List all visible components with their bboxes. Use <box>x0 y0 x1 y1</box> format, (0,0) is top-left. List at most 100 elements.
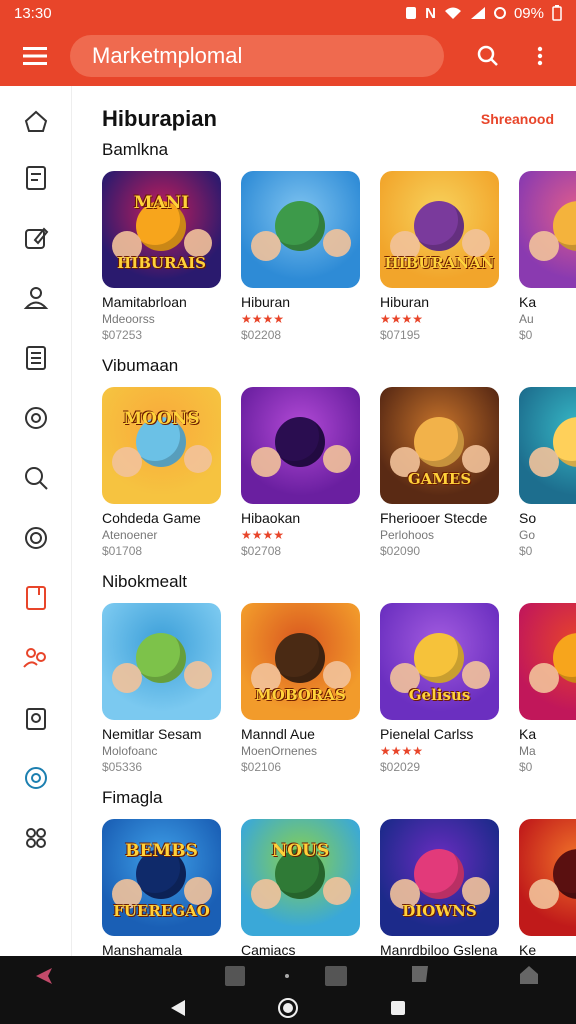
sync-icon <box>493 7 506 19</box>
game-art-title: FUEREGAO <box>113 902 210 921</box>
game-art-title: Gelisus <box>408 686 471 705</box>
game-thumbnail[interactable] <box>519 171 576 288</box>
card-price: $02106 <box>241 760 282 774</box>
character-art-secondary <box>251 231 281 261</box>
character-art <box>414 849 464 899</box>
more-options-button[interactable] <box>514 26 566 86</box>
game-card[interactable]: HIBURANAN Hiburan ★★★★ $07195 <box>380 171 499 342</box>
back-icon[interactable] <box>169 998 187 1018</box>
game-thumbnail[interactable] <box>241 171 360 288</box>
game-card[interactable]: Hiburan ★★★★ $02208 <box>241 171 360 342</box>
taskbar-app-icon-2[interactable] <box>324 964 348 988</box>
app-title-search[interactable]: Marketmplomal <box>70 35 444 77</box>
character-art-tertiary <box>462 445 490 473</box>
character-art-secondary <box>529 231 559 261</box>
game-card[interactable]: MOONS Cohdeda Game Atenoener $01708 <box>102 387 221 558</box>
game-thumbnail[interactable] <box>241 387 360 504</box>
character-art <box>275 201 325 251</box>
game-art-title-top: BEMBS <box>125 841 198 861</box>
card-title: Pienelal Carlss <box>380 726 474 742</box>
search-icon[interactable] <box>18 460 54 496</box>
circle-icon[interactable] <box>18 520 54 556</box>
card-subtitle: Atenoener <box>102 528 158 542</box>
document-icon[interactable] <box>18 160 54 196</box>
card-subtitle: ★★★★ <box>241 528 285 542</box>
game-art-title: DIOWNS <box>402 902 477 921</box>
app-drawer-icon[interactable] <box>34 966 54 986</box>
character-art-secondary <box>529 663 559 693</box>
card-subtitle: Perlohoos <box>380 528 435 542</box>
hamburger-icon <box>23 47 47 65</box>
game-thumbnail[interactable]: GAMES <box>380 387 499 504</box>
list-icon[interactable] <box>18 340 54 376</box>
apps-icon[interactable] <box>18 820 54 856</box>
card-price: $07253 <box>102 328 143 342</box>
recents-icon[interactable] <box>389 999 407 1017</box>
game-thumbnail[interactable] <box>519 603 576 720</box>
chat-icon[interactable] <box>18 400 54 436</box>
game-thumbnail[interactable]: Gelisus <box>380 603 499 720</box>
game-card[interactable]: GAMES Fheriooer Stecde Perlohoos $02090 <box>380 387 499 558</box>
game-thumbnail[interactable]: HIBURANAN <box>380 171 499 288</box>
card-subtitle: Go <box>519 528 536 542</box>
card-row: MOONS Cohdeda Game Atenoener $01708 Hibaokan… <box>102 387 576 558</box>
game-thumbnail[interactable] <box>519 387 576 504</box>
game-thumbnail[interactable]: BEMBS FUEREGAO <box>102 819 221 936</box>
wifi-icon <box>444 7 461 19</box>
character-art <box>414 633 464 683</box>
game-card[interactable]: MANI HIBURAIS Mamitabrloan Mdeoorss $07253 <box>102 171 221 342</box>
card-row: MANI HIBURAIS Mamitabrloan Mdeoorss $07253 Hi… <box>102 171 576 342</box>
game-thumbnail[interactable]: MANI HIBURAIS <box>102 171 221 288</box>
character-art-tertiary <box>184 877 212 905</box>
card-price: $0 <box>519 760 533 774</box>
search-button[interactable] <box>462 26 514 86</box>
see-all-link[interactable]: Shreanood <box>481 111 554 127</box>
section-title: Nibokmealt <box>102 572 188 591</box>
character-art-tertiary <box>462 661 490 689</box>
edit-icon[interactable] <box>18 220 54 256</box>
game-thumbnail[interactable]: MOONS <box>102 387 221 504</box>
bookmark-icon[interactable] <box>18 580 54 616</box>
character-art-tertiary <box>323 877 351 905</box>
game-thumbnail[interactable]: DIOWNS <box>380 819 499 936</box>
camera-icon[interactable] <box>18 700 54 736</box>
game-card[interactable]: DIOWNS Manrdbiloo Gslena <box>380 819 499 956</box>
taskbar-app-icon-1[interactable] <box>224 964 246 988</box>
support-icon[interactable] <box>18 760 54 796</box>
card-subtitle: ★★★★ <box>380 312 424 326</box>
character-art-secondary <box>251 447 281 477</box>
game-card[interactable]: NOUS Camiacs <box>241 819 360 956</box>
people-icon[interactable] <box>18 640 54 676</box>
game-card[interactable]: So Go $0 <box>519 387 576 558</box>
game-card[interactable]: Ka Au $0 <box>519 171 576 342</box>
game-card[interactable]: BEMBS FUEREGAO Manshamala <box>102 819 221 956</box>
game-card[interactable]: Ke <box>519 819 576 956</box>
character-art <box>275 633 325 683</box>
card-price: $05336 <box>102 760 143 774</box>
game-thumbnail[interactable]: MOBORAS <box>241 603 360 720</box>
game-card[interactable]: MOBORAS Manndl Aue MoenOrnenes $02106 <box>241 603 360 774</box>
character-art-tertiary <box>323 229 351 257</box>
card-subtitle: ★★★★ <box>380 744 424 758</box>
game-art-title-top: MANI <box>133 193 190 213</box>
menu-button[interactable] <box>0 26 70 86</box>
card-price: $07195 <box>380 328 421 342</box>
home-icon[interactable] <box>18 104 54 140</box>
game-thumbnail[interactable]: NOUS <box>241 819 360 936</box>
card-row: BEMBS FUEREGAO Manshamala NOUS Camiacs DIOWNS… <box>102 819 576 956</box>
system-buttons <box>0 992 576 1024</box>
taskbar-home-icon[interactable] <box>518 964 540 986</box>
network-letter: N <box>425 4 436 22</box>
taskbar-app-icon-3[interactable] <box>410 964 430 984</box>
profile-icon[interactable] <box>18 280 54 316</box>
game-card[interactable]: Nemitlar Sesam Molofoanc $05336 <box>102 603 221 774</box>
game-card[interactable]: Ka Ma $0 <box>519 603 576 774</box>
game-thumbnail[interactable] <box>519 819 576 936</box>
game-card[interactable]: Gelisus Pienelal Carlss ★★★★ $02029 <box>380 603 499 774</box>
character-art-secondary <box>112 663 142 693</box>
card-title: Nemitlar Sesam <box>102 726 202 742</box>
game-thumbnail[interactable] <box>102 603 221 720</box>
game-card[interactable]: Hibaokan ★★★★ $02708 <box>241 387 360 558</box>
card-subtitle: Au <box>519 312 534 326</box>
home-button-icon[interactable] <box>277 997 299 1019</box>
